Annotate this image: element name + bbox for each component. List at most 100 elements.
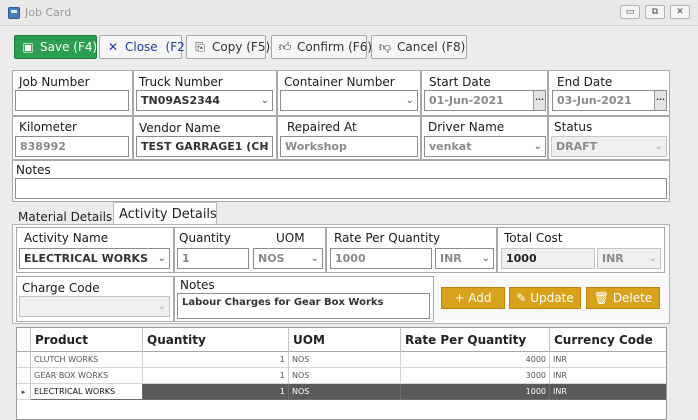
total-cost-currency-value: INR (602, 252, 624, 265)
notes-label: Notes (16, 163, 51, 177)
chevron-down-icon[interactable]: ⌄ (158, 249, 166, 268)
chevron-down-icon[interactable]: ⌄ (311, 249, 319, 268)
charge-code-label: Charge Code (22, 281, 100, 295)
quantity-label: Quantity (179, 231, 231, 245)
close-button[interactable]: ✕ Close (F2) (99, 35, 189, 59)
driver-name-select[interactable]: venkat ⌄ (424, 136, 546, 157)
tab-material-details[interactable]: Material Details (18, 210, 112, 224)
grid-header: Product Quantity UOM Rate Per Quantity C… (17, 328, 666, 352)
end-date-value: 03-Jun-2021 (557, 94, 632, 107)
cell-currency: INR (550, 368, 666, 384)
activity-name-value: ELECTRICAL WORKS (24, 252, 149, 265)
tab-activity-details[interactable]: Activity Details (113, 202, 217, 226)
column-header-currency[interactable]: Currency Code (550, 328, 666, 352)
minimize-icon[interactable]: ▭ (620, 5, 640, 19)
container-number-select[interactable]: ⌄ (280, 90, 418, 111)
delete-label: Delete (612, 291, 653, 305)
update-button[interactable]: ✎ Update (509, 287, 581, 309)
activity-grid: Product Quantity UOM Rate Per Quantity C… (16, 327, 667, 420)
vendor-name-value: TEST GARRAGE1 (CH (141, 140, 269, 153)
thumbs-up-icon: 👍︎ (278, 40, 292, 54)
confirm-button[interactable]: 👍︎ Confirm (F6) (271, 35, 372, 59)
close-label: Close (125, 40, 158, 54)
truck-number-value: TN09AS2344 (141, 94, 221, 107)
job-number-input[interactable] (15, 90, 129, 111)
cell-rate: 4000 (401, 352, 550, 368)
status-select[interactable]: DRAFT ⌄ (551, 136, 667, 157)
cell-currency: INR (550, 384, 666, 400)
copy-button[interactable]: ⎘ Copy (F5) (186, 35, 270, 59)
status-value: DRAFT (556, 140, 598, 153)
thumbs-down-icon: 👎︎ (378, 40, 392, 54)
save-button[interactable]: ▣ Save (F4) (14, 35, 97, 59)
cell-rate: 3000 (401, 368, 550, 384)
save-label: Save (F4) (40, 40, 98, 54)
edit-icon: ✎ (516, 291, 531, 305)
rate-currency-value: INR (440, 252, 462, 265)
close-window-icon[interactable]: ✕ (670, 5, 690, 19)
date-picker-icon[interactable]: ··· (533, 91, 545, 110)
rate-per-quantity-input[interactable]: 1000 (330, 248, 432, 269)
delete-button[interactable]: 🗑︎ Delete (586, 287, 660, 309)
chevron-down-icon[interactable]: ⌄ (482, 249, 490, 268)
grid-corner (17, 328, 31, 352)
cell-uom: NOS (289, 352, 401, 368)
table-row-selected[interactable]: ELECTRICAL WORKS 1 NOS 1000 INR (17, 384, 666, 400)
kilometer-input[interactable]: 838992 (15, 136, 129, 157)
cell-product: CLUTCH WORKS (31, 352, 143, 368)
vendor-name-select[interactable]: TEST GARRAGE1 (CH ⌄ (136, 136, 273, 157)
table-row[interactable]: GEAR BOX WORKS 1 NOS 3000 INR (17, 368, 666, 384)
column-header-quantity[interactable]: Quantity (143, 328, 289, 352)
copy-icon: ⎘ (195, 40, 205, 54)
cell-quantity: 1 (143, 368, 289, 384)
cancel-label: Cancel (F8) (397, 40, 466, 54)
cell-uom: NOS (289, 368, 401, 384)
chevron-down-icon[interactable]: ⌄ (261, 91, 269, 110)
total-cost-currency-select: INR ⌄ (597, 248, 661, 269)
window-title: Job Card (25, 6, 72, 19)
table-row[interactable]: CLUTCH WORKS 1 NOS 4000 INR (17, 352, 666, 368)
end-date-input[interactable]: 03-Jun-2021 ··· (552, 90, 667, 111)
add-button[interactable]: + Add (441, 287, 505, 309)
chevron-down-icon[interactable]: ⌄ (534, 137, 542, 156)
charge-code-select[interactable]: ⌄ (19, 296, 170, 317)
restore-icon[interactable]: ⧉ (645, 5, 665, 19)
truck-number-label: Truck Number (139, 75, 223, 89)
app-icon (8, 7, 20, 19)
uom-select[interactable]: NOS ⌄ (253, 248, 323, 269)
rate-per-quantity-label: Rate Per Quantity (334, 231, 441, 245)
chevron-down-icon[interactable]: ⌄ (406, 91, 414, 110)
kilometer-label: Kilometer (19, 120, 77, 134)
vendor-name-label: Vendor Name (139, 121, 221, 135)
cancel-button[interactable]: 👎︎ Cancel (F8) (371, 35, 467, 59)
column-header-rate[interactable]: Rate Per Quantity (401, 328, 550, 352)
activity-name-label: Activity Name (24, 231, 109, 245)
column-header-uom[interactable]: UOM (289, 328, 401, 352)
job-number-label: Job Number (19, 75, 90, 89)
rate-currency-select[interactable]: INR ⌄ (435, 248, 494, 269)
activity-name-select[interactable]: ELECTRICAL WORKS ⌄ (19, 248, 170, 269)
repaired-at-input[interactable]: Workshop (280, 136, 418, 157)
uom-value: NOS (258, 252, 285, 265)
notes-input[interactable] (15, 178, 667, 199)
cell-product: GEAR BOX WORKS (31, 368, 143, 384)
date-picker-icon[interactable]: ··· (654, 91, 666, 110)
cell-rate: 1000 (401, 384, 550, 400)
driver-name-label: Driver Name (428, 120, 505, 134)
total-cost-value: 1000 (501, 248, 595, 269)
floppy-icon: ▣ (22, 40, 34, 54)
start-date-input[interactable]: 01-Jun-2021 ··· (424, 90, 546, 111)
quantity-input[interactable]: 1 (177, 248, 249, 269)
cell-uom: NOS (289, 384, 401, 400)
truck-number-select[interactable]: TN09AS2344 ⌄ (136, 90, 273, 111)
container-number-label: Container Number (284, 75, 395, 89)
activity-notes-input[interactable]: Labour Charges for Gear Box Works (177, 293, 430, 319)
chevron-down-icon[interactable]: ⌄ (261, 137, 269, 156)
cell-product: ELECTRICAL WORKS (31, 384, 143, 400)
title-bar (0, 0, 698, 26)
chevron-down-icon: ⌄ (654, 141, 663, 152)
start-date-label: Start Date (429, 75, 491, 89)
driver-name-value: venkat (429, 140, 472, 153)
column-header-product[interactable]: Product (31, 328, 143, 352)
x-icon: ✕ (107, 40, 119, 54)
